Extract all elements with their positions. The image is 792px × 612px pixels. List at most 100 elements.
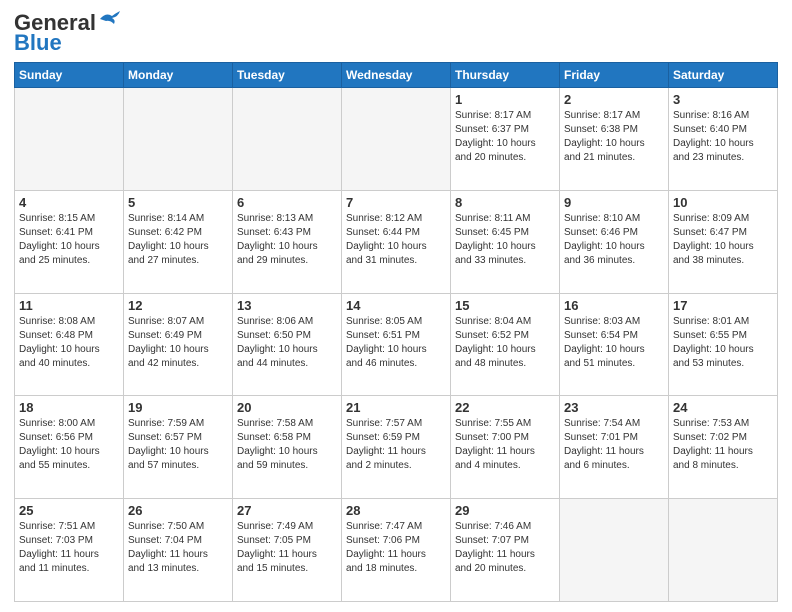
calendar-cell	[342, 88, 451, 191]
calendar-cell: 20Sunrise: 7:58 AM Sunset: 6:58 PM Dayli…	[233, 396, 342, 499]
day-number: 25	[19, 503, 119, 518]
calendar-cell: 9Sunrise: 8:10 AM Sunset: 6:46 PM Daylig…	[560, 190, 669, 293]
day-info: Sunrise: 8:05 AM Sunset: 6:51 PM Dayligh…	[346, 315, 446, 371]
logo-bird-icon	[98, 10, 120, 28]
day-info: Sunrise: 8:17 AM Sunset: 6:38 PM Dayligh…	[564, 109, 664, 165]
week-row-5: 25 Sunrise: 7:51 AM Sunset: 7:03 PM Dayli…	[15, 499, 778, 602]
day-number: 8	[455, 195, 555, 210]
day-number: 29	[455, 503, 555, 518]
calendar-cell: 16 Sunrise: 8:03 AM Sunset: 6:54 PM Dayli…	[560, 293, 669, 396]
calendar-cell: 25 Sunrise: 7:51 AM Sunset: 7:03 PM Dayli…	[15, 499, 124, 602]
calendar-cell	[15, 88, 124, 191]
weekday-header-friday: Friday	[560, 63, 669, 88]
day-info: Sunrise: 8:11 AM Sunset: 6:45 PM Dayligh…	[455, 212, 555, 268]
day-info: Sunrise: 8:00 AM Sunset: 6:56 PM Dayligh…	[19, 417, 119, 473]
calendar-cell: 14 Sunrise: 8:05 AM Sunset: 6:51 PM Dayli…	[342, 293, 451, 396]
day-info: Sunrise: 7:55 AM Sunset: 7:00 PM Dayligh…	[455, 417, 555, 473]
calendar-cell: 2 Sunrise: 8:17 AM Sunset: 6:38 PM Daylig…	[560, 88, 669, 191]
day-info: Sunrise: 8:07 AM Sunset: 6:49 PM Dayligh…	[128, 315, 228, 371]
day-number: 26	[128, 503, 228, 518]
day-info: Sunrise: 8:08 AM Sunset: 6:48 PM Dayligh…	[19, 315, 119, 371]
day-info: Sunrise: 7:49 AM Sunset: 7:05 PM Dayligh…	[237, 520, 337, 576]
logo-blue: Blue	[14, 30, 62, 56]
day-info: Sunrise: 7:47 AM Sunset: 7:06 PM Dayligh…	[346, 520, 446, 576]
day-number: 1	[455, 92, 555, 107]
day-info: Sunrise: 8:01 AM Sunset: 6:55 PM Dayligh…	[673, 315, 773, 371]
day-number: 7	[346, 195, 446, 210]
calendar-cell: 11 Sunrise: 8:08 AM Sunset: 6:48 PM Dayli…	[15, 293, 124, 396]
week-row-4: 18 Sunrise: 8:00 AM Sunset: 6:56 PM Dayli…	[15, 396, 778, 499]
calendar-cell: 7 Sunrise: 8:12 AM Sunset: 6:44 PM Daylig…	[342, 190, 451, 293]
weekday-header-thursday: Thursday	[451, 63, 560, 88]
day-number: 4	[19, 195, 119, 210]
day-info: Sunrise: 8:03 AM Sunset: 6:54 PM Dayligh…	[564, 315, 664, 371]
weekday-header-sunday: Sunday	[15, 63, 124, 88]
day-info: Sunrise: 8:04 AM Sunset: 6:52 PM Dayligh…	[455, 315, 555, 371]
day-info: Sunrise: 7:59 AM Sunset: 6:57 PM Dayligh…	[128, 417, 228, 473]
day-number: 5	[128, 195, 228, 210]
day-info: Sunrise: 8:17 AM Sunset: 6:37 PM Dayligh…	[455, 109, 555, 165]
day-number: 2	[564, 92, 664, 107]
calendar-cell: 5 Sunrise: 8:14 AM Sunset: 6:42 PM Daylig…	[124, 190, 233, 293]
day-number: 21	[346, 400, 446, 415]
day-number: 12	[128, 298, 228, 313]
calendar-cell: 28 Sunrise: 7:47 AM Sunset: 7:06 PM Dayli…	[342, 499, 451, 602]
day-number: 10	[673, 195, 773, 210]
day-number: 6	[237, 195, 337, 210]
day-info: Sunrise: 7:54 AM Sunset: 7:01 PM Dayligh…	[564, 417, 664, 473]
page: General Blue SundayMondayTuesdayWednesda…	[0, 0, 792, 612]
header: General Blue	[14, 10, 778, 56]
day-info: Sunrise: 8:14 AM Sunset: 6:42 PM Dayligh…	[128, 212, 228, 268]
calendar-table: SundayMondayTuesdayWednesdayThursdayFrid…	[14, 62, 778, 602]
calendar-cell: 4 Sunrise: 8:15 AM Sunset: 6:41 PM Daylig…	[15, 190, 124, 293]
calendar-cell: 29 Sunrise: 7:46 AM Sunset: 7:07 PM Dayli…	[451, 499, 560, 602]
week-row-1: 1 Sunrise: 8:17 AM Sunset: 6:37 PM Daylig…	[15, 88, 778, 191]
logo: General Blue	[14, 10, 120, 56]
day-info: Sunrise: 7:51 AM Sunset: 7:03 PM Dayligh…	[19, 520, 119, 576]
week-row-3: 11 Sunrise: 8:08 AM Sunset: 6:48 PM Dayli…	[15, 293, 778, 396]
calendar-cell	[669, 499, 778, 602]
day-number: 23	[564, 400, 664, 415]
calendar-cell: 3 Sunrise: 8:16 AM Sunset: 6:40 PM Daylig…	[669, 88, 778, 191]
day-number: 20	[237, 400, 337, 415]
calendar-cell: 8 Sunrise: 8:11 AM Sunset: 6:45 PM Daylig…	[451, 190, 560, 293]
day-number: 11	[19, 298, 119, 313]
calendar-cell	[233, 88, 342, 191]
day-number: 16	[564, 298, 664, 313]
day-number: 22	[455, 400, 555, 415]
calendar-cell: 21Sunrise: 7:57 AM Sunset: 6:59 PM Dayli…	[342, 396, 451, 499]
day-number: 18	[19, 400, 119, 415]
calendar-cell: 15 Sunrise: 8:04 AM Sunset: 6:52 PM Dayli…	[451, 293, 560, 396]
calendar-cell: 6 Sunrise: 8:13 AM Sunset: 6:43 PM Daylig…	[233, 190, 342, 293]
calendar-cell: 13Sunrise: 8:06 AM Sunset: 6:50 PM Dayli…	[233, 293, 342, 396]
day-info: Sunrise: 8:09 AM Sunset: 6:47 PM Dayligh…	[673, 212, 773, 268]
day-number: 14	[346, 298, 446, 313]
day-number: 17	[673, 298, 773, 313]
calendar-cell: 19 Sunrise: 7:59 AM Sunset: 6:57 PM Dayli…	[124, 396, 233, 499]
day-number: 24	[673, 400, 773, 415]
calendar-cell: 17 Sunrise: 8:01 AM Sunset: 6:55 PM Dayli…	[669, 293, 778, 396]
calendar-cell: 24Sunrise: 7:53 AM Sunset: 7:02 PM Dayli…	[669, 396, 778, 499]
day-info: Sunrise: 8:16 AM Sunset: 6:40 PM Dayligh…	[673, 109, 773, 165]
calendar-cell: 1 Sunrise: 8:17 AM Sunset: 6:37 PM Daylig…	[451, 88, 560, 191]
day-number: 27	[237, 503, 337, 518]
day-number: 28	[346, 503, 446, 518]
calendar-cell: 10 Sunrise: 8:09 AM Sunset: 6:47 PM Dayli…	[669, 190, 778, 293]
day-number: 3	[673, 92, 773, 107]
day-info: Sunrise: 8:12 AM Sunset: 6:44 PM Dayligh…	[346, 212, 446, 268]
day-info: Sunrise: 7:50 AM Sunset: 7:04 PM Dayligh…	[128, 520, 228, 576]
day-number: 19	[128, 400, 228, 415]
calendar-cell: 27 Sunrise: 7:49 AM Sunset: 7:05 PM Dayli…	[233, 499, 342, 602]
calendar-cell: 26 Sunrise: 7:50 AM Sunset: 7:04 PM Dayli…	[124, 499, 233, 602]
day-number: 15	[455, 298, 555, 313]
weekday-header-saturday: Saturday	[669, 63, 778, 88]
day-info: Sunrise: 8:06 AM Sunset: 6:50 PM Dayligh…	[237, 315, 337, 371]
weekday-header-row: SundayMondayTuesdayWednesdayThursdayFrid…	[15, 63, 778, 88]
day-info: Sunrise: 8:13 AM Sunset: 6:43 PM Dayligh…	[237, 212, 337, 268]
day-info: Sunrise: 8:15 AM Sunset: 6:41 PM Dayligh…	[19, 212, 119, 268]
calendar-cell: 22 Sunrise: 7:55 AM Sunset: 7:00 PM Dayli…	[451, 396, 560, 499]
day-info: Sunrise: 7:46 AM Sunset: 7:07 PM Dayligh…	[455, 520, 555, 576]
calendar-cell: 18 Sunrise: 8:00 AM Sunset: 6:56 PM Dayli…	[15, 396, 124, 499]
weekday-header-wednesday: Wednesday	[342, 63, 451, 88]
week-row-2: 4 Sunrise: 8:15 AM Sunset: 6:41 PM Daylig…	[15, 190, 778, 293]
